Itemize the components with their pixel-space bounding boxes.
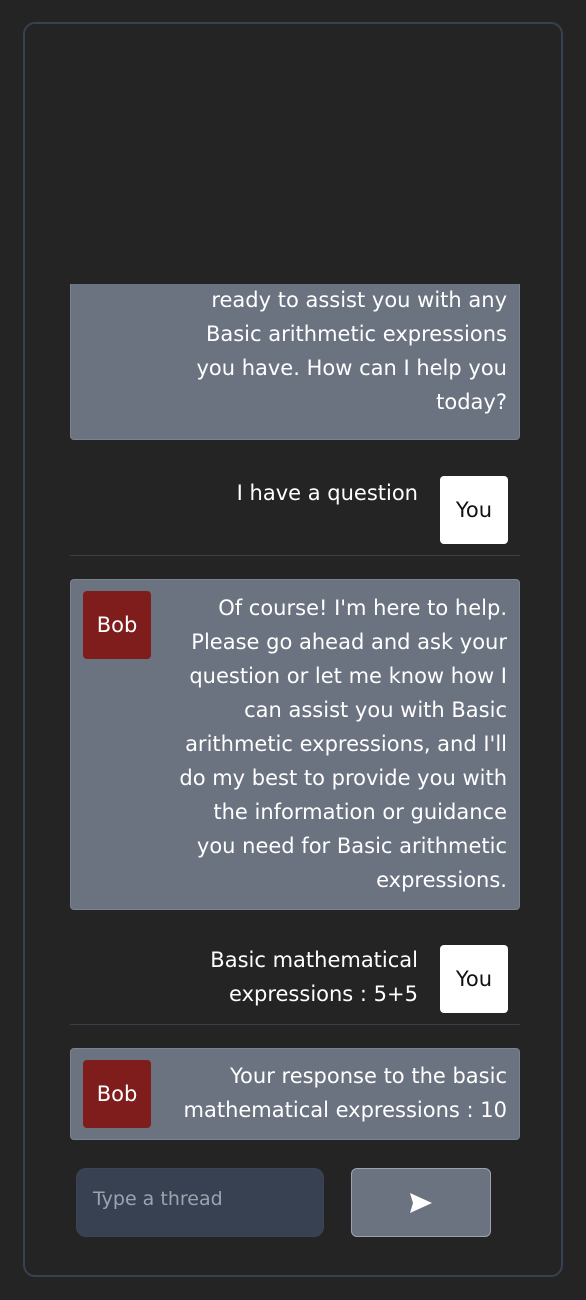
user-avatar: You bbox=[440, 476, 508, 544]
message-line: question or let me know how I bbox=[189, 664, 507, 688]
send-button[interactable] bbox=[351, 1168, 491, 1237]
message-line: you need for Basic arithmetic bbox=[196, 834, 507, 858]
message-line: Basic arithmetic expressions bbox=[205, 322, 507, 346]
user-message-content: I have a question You bbox=[70, 464, 520, 556]
send-arrow-icon bbox=[410, 1192, 432, 1213]
thread-input-placeholder: Type a thread bbox=[93, 1188, 223, 1210]
user-avatar: You bbox=[440, 945, 508, 1013]
bot-avatar: Bob bbox=[83, 591, 151, 659]
message-line: expressions : 5+5 bbox=[229, 982, 418, 1006]
message-line: do my best to provide you with bbox=[179, 766, 507, 790]
bot-message: Bob Your response to the basic mathemati… bbox=[70, 1048, 520, 1140]
message-line: today? bbox=[436, 390, 507, 414]
thread-input[interactable]: Type a thread bbox=[76, 1168, 324, 1237]
message-line: arithmetic expressions, and I'll bbox=[185, 732, 507, 756]
message-thread[interactable]: ready to assist you with any Basic arith… bbox=[70, 284, 520, 1142]
user-message-text: Basic mathematical expressions : 5+5 bbox=[210, 943, 418, 1011]
user-message-text: I have a question bbox=[237, 476, 418, 510]
bot-message: ready to assist you with any Basic arith… bbox=[70, 284, 520, 440]
message-line: Basic mathematical bbox=[210, 948, 418, 972]
message-line: expressions. bbox=[376, 868, 507, 892]
message-line: ready to assist you with any bbox=[211, 288, 507, 312]
user-message: Basic mathematical expressions : 5+5 You bbox=[70, 933, 520, 1025]
message-line: the information or guidance bbox=[213, 800, 507, 824]
message-line: I have a question bbox=[236, 481, 418, 505]
bot-message: Bob Of course! I'm here to help. Please … bbox=[70, 579, 520, 910]
message-line: can assist you with Basic bbox=[244, 698, 507, 722]
bot-avatar: Bob bbox=[83, 1060, 151, 1128]
message-line: you have. How can I help you bbox=[196, 356, 507, 380]
bot-message-text: ready to assist you with any Basic arith… bbox=[71, 284, 519, 419]
